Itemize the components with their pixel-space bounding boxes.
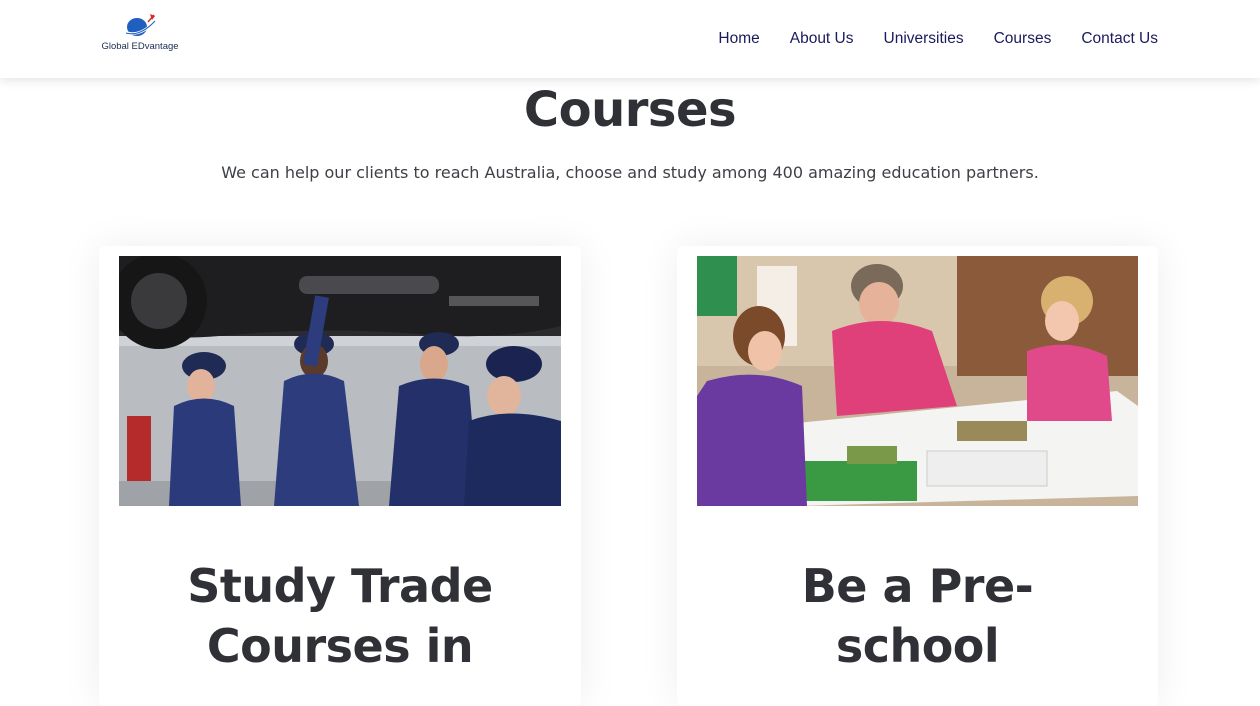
card-title-line-2: Courses in bbox=[206, 619, 474, 673]
page-subtitle: We can help our clients to reach Austral… bbox=[221, 163, 1039, 182]
site-header: Global EDvantage Home About Us Universit… bbox=[0, 0, 1260, 78]
main-nav: Home About Us Universities Courses Conta… bbox=[718, 29, 1158, 49]
card-title-line-2: school bbox=[835, 619, 1000, 673]
nav-contact-us[interactable]: Contact Us bbox=[1081, 29, 1158, 49]
nav-home[interactable]: Home bbox=[718, 29, 759, 49]
logo-text: Global EDvantage bbox=[101, 41, 179, 52]
nav-courses[interactable]: Courses bbox=[994, 29, 1052, 49]
nav-universities[interactable]: Universities bbox=[884, 29, 964, 49]
preschool-photo bbox=[697, 256, 1138, 506]
nav-about-us[interactable]: About Us bbox=[790, 29, 854, 49]
logo[interactable]: Global EDvantage bbox=[100, 12, 180, 56]
page-title: Courses bbox=[523, 82, 737, 138]
card-title-line-1: Study Trade bbox=[187, 559, 493, 613]
course-card-preschool[interactable]: Be a Pre- school bbox=[677, 246, 1158, 706]
mechanics-photo bbox=[119, 256, 561, 506]
card-title-line-1: Be a Pre- bbox=[801, 559, 1034, 613]
card-title[interactable]: Be a Pre- school bbox=[697, 556, 1138, 676]
course-card-trade[interactable]: Study Trade Courses in bbox=[99, 246, 581, 706]
card-title[interactable]: Study Trade Courses in bbox=[119, 556, 561, 676]
logo-globe-icon bbox=[124, 14, 157, 36]
